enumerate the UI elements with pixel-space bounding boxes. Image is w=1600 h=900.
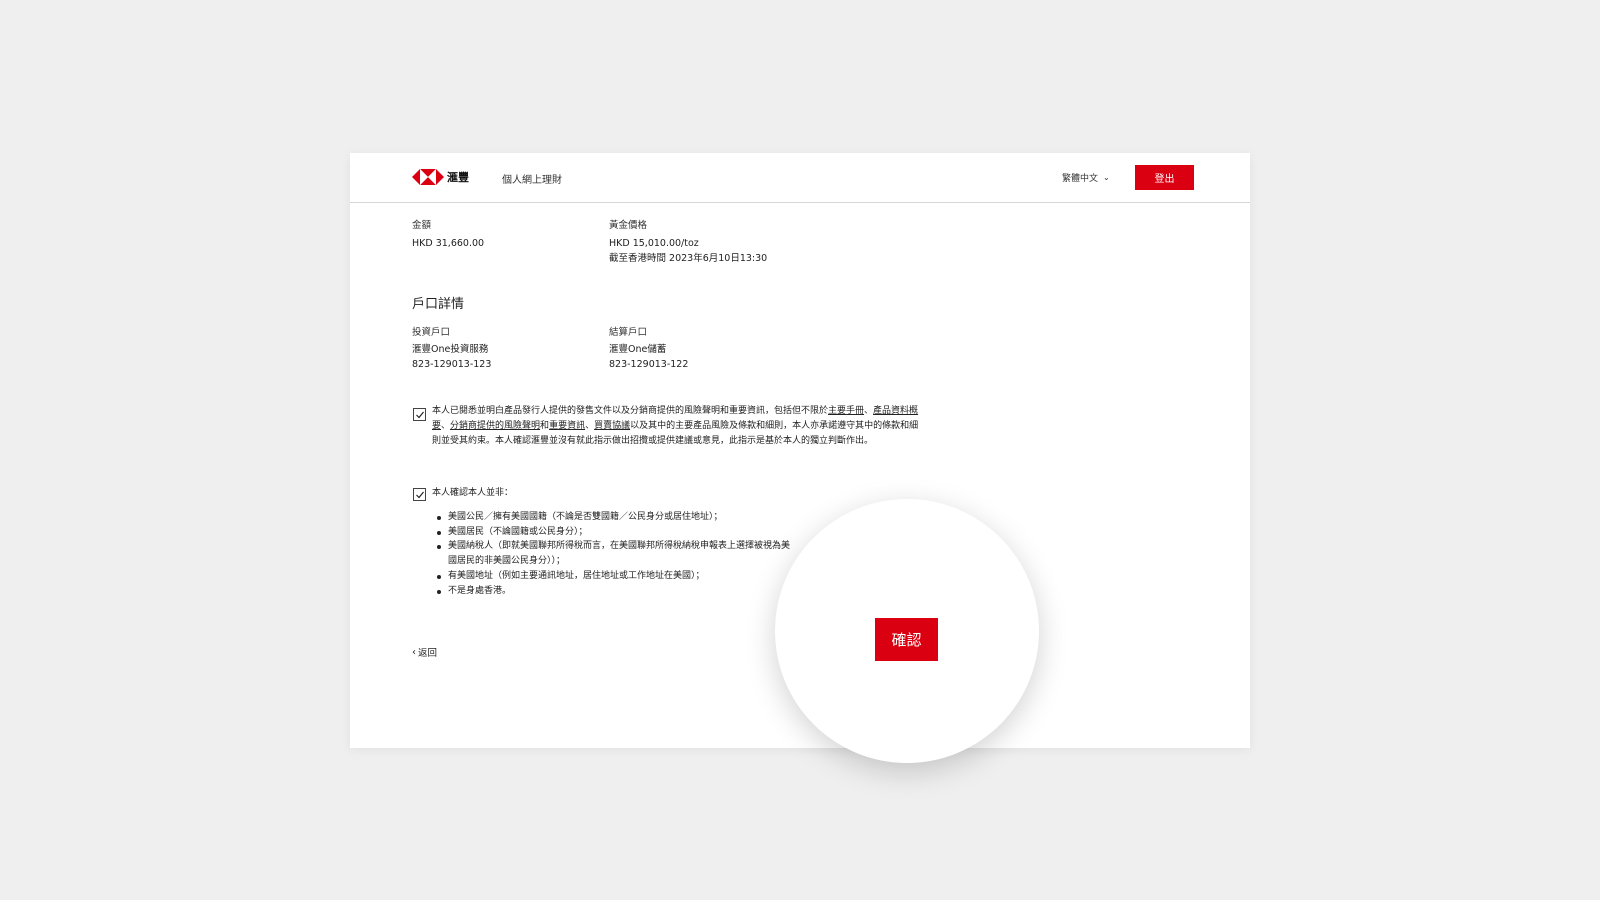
logout-button[interactable]: 登出 xyxy=(1135,165,1194,190)
not-us-person-list: 美國公民／擁有美國國籍（不論是否雙國籍／公民身分或居住地址）； 美國居民（不論國… xyxy=(433,510,793,598)
hexagon-logo-icon xyxy=(412,169,444,185)
important-info-link[interactable]: 重要資訊 xyxy=(549,421,585,431)
declaration-checkbox-1[interactable] xyxy=(413,408,426,421)
language-label: 繁體中文 xyxy=(1062,174,1099,184)
gold-price-time: 截至香港時間 2023年6月10日13:30 xyxy=(609,253,768,264)
trading-agreement-link[interactable]: 買賣協議 xyxy=(594,421,630,431)
checkmark-icon xyxy=(416,491,424,499)
top-header: 滙豐 個人網上理財 繁體中文 ⌄ 登出 xyxy=(350,153,1250,203)
back-link[interactable]: ‹ 返回 xyxy=(412,645,438,660)
settlement-account-label: 結算戶口 xyxy=(609,327,648,338)
amount-value: HKD 31,660.00 xyxy=(412,238,485,249)
confirm-button[interactable]: 確認 xyxy=(875,618,938,661)
risk-disclosure-link[interactable]: 分銷商提供的風險聲明 xyxy=(450,421,540,431)
list-item: 不是身處香港。 xyxy=(433,584,793,599)
declaration-text-part: 本人已閱悉並明白產品發行人提供的發售文件以及分銷商提供的風險聲明和重要資訊，包括… xyxy=(432,406,829,416)
list-item: 美國公民／擁有美國國籍（不論是否雙國籍／公民身分或居住地址）； xyxy=(433,510,793,525)
nav-title[interactable]: 個人網上理財 xyxy=(502,171,562,186)
separator-text: 、 xyxy=(441,421,451,431)
checkmark-icon xyxy=(416,411,424,419)
list-item: 有美國地址（例如主要通訊地址，居住地址或工作地址在美國）； xyxy=(433,569,793,584)
gold-price-value: HKD 15,010.00/toz xyxy=(609,238,699,249)
separator-text: 、 xyxy=(864,406,874,416)
back-label: 返回 xyxy=(418,648,438,659)
investment-account-name: 滙豐One投資服務 xyxy=(412,344,489,355)
investment-account-label: 投資戶口 xyxy=(412,327,451,338)
declaration-heading-2: 本人確認本人並非： xyxy=(432,488,514,498)
key-manual-link[interactable]: 主要手冊 xyxy=(828,406,864,416)
magnifier-callout: 確認 xyxy=(775,499,1039,763)
language-selector[interactable]: 繁體中文 ⌄ xyxy=(1062,171,1110,184)
settlement-account-number: 823-129013-122 xyxy=(609,359,689,370)
amount-label: 金額 xyxy=(412,220,432,231)
investment-account-number: 823-129013-123 xyxy=(412,359,492,370)
separator-text: 、 xyxy=(585,421,595,431)
gold-price-label: 黃金價格 xyxy=(609,220,648,231)
separator-text: 和 xyxy=(540,421,550,431)
list-item: 美國居民（不論國籍或公民身分）； xyxy=(433,525,793,540)
settlement-account-name: 滙豐One儲蓄 xyxy=(609,344,667,355)
brand-name: 滙豐 xyxy=(447,171,469,184)
list-item: 美國納稅人（即就美國聯邦所得稅而言，在美國聯邦所得稅納稅申報表上選擇被視為美國居… xyxy=(433,539,793,568)
brand-logo[interactable]: 滙豐 xyxy=(412,169,469,185)
chevron-down-icon: ⌄ xyxy=(1103,173,1110,182)
chevron-left-icon: ‹ xyxy=(412,646,416,658)
declaration-text-1: 本人已閱悉並明白產品發行人提供的發售文件以及分銷商提供的風險聲明和重要資訊，包括… xyxy=(432,404,922,449)
declaration-checkbox-2[interactable] xyxy=(413,488,426,501)
account-details-title: 戶口詳情 xyxy=(412,297,465,312)
